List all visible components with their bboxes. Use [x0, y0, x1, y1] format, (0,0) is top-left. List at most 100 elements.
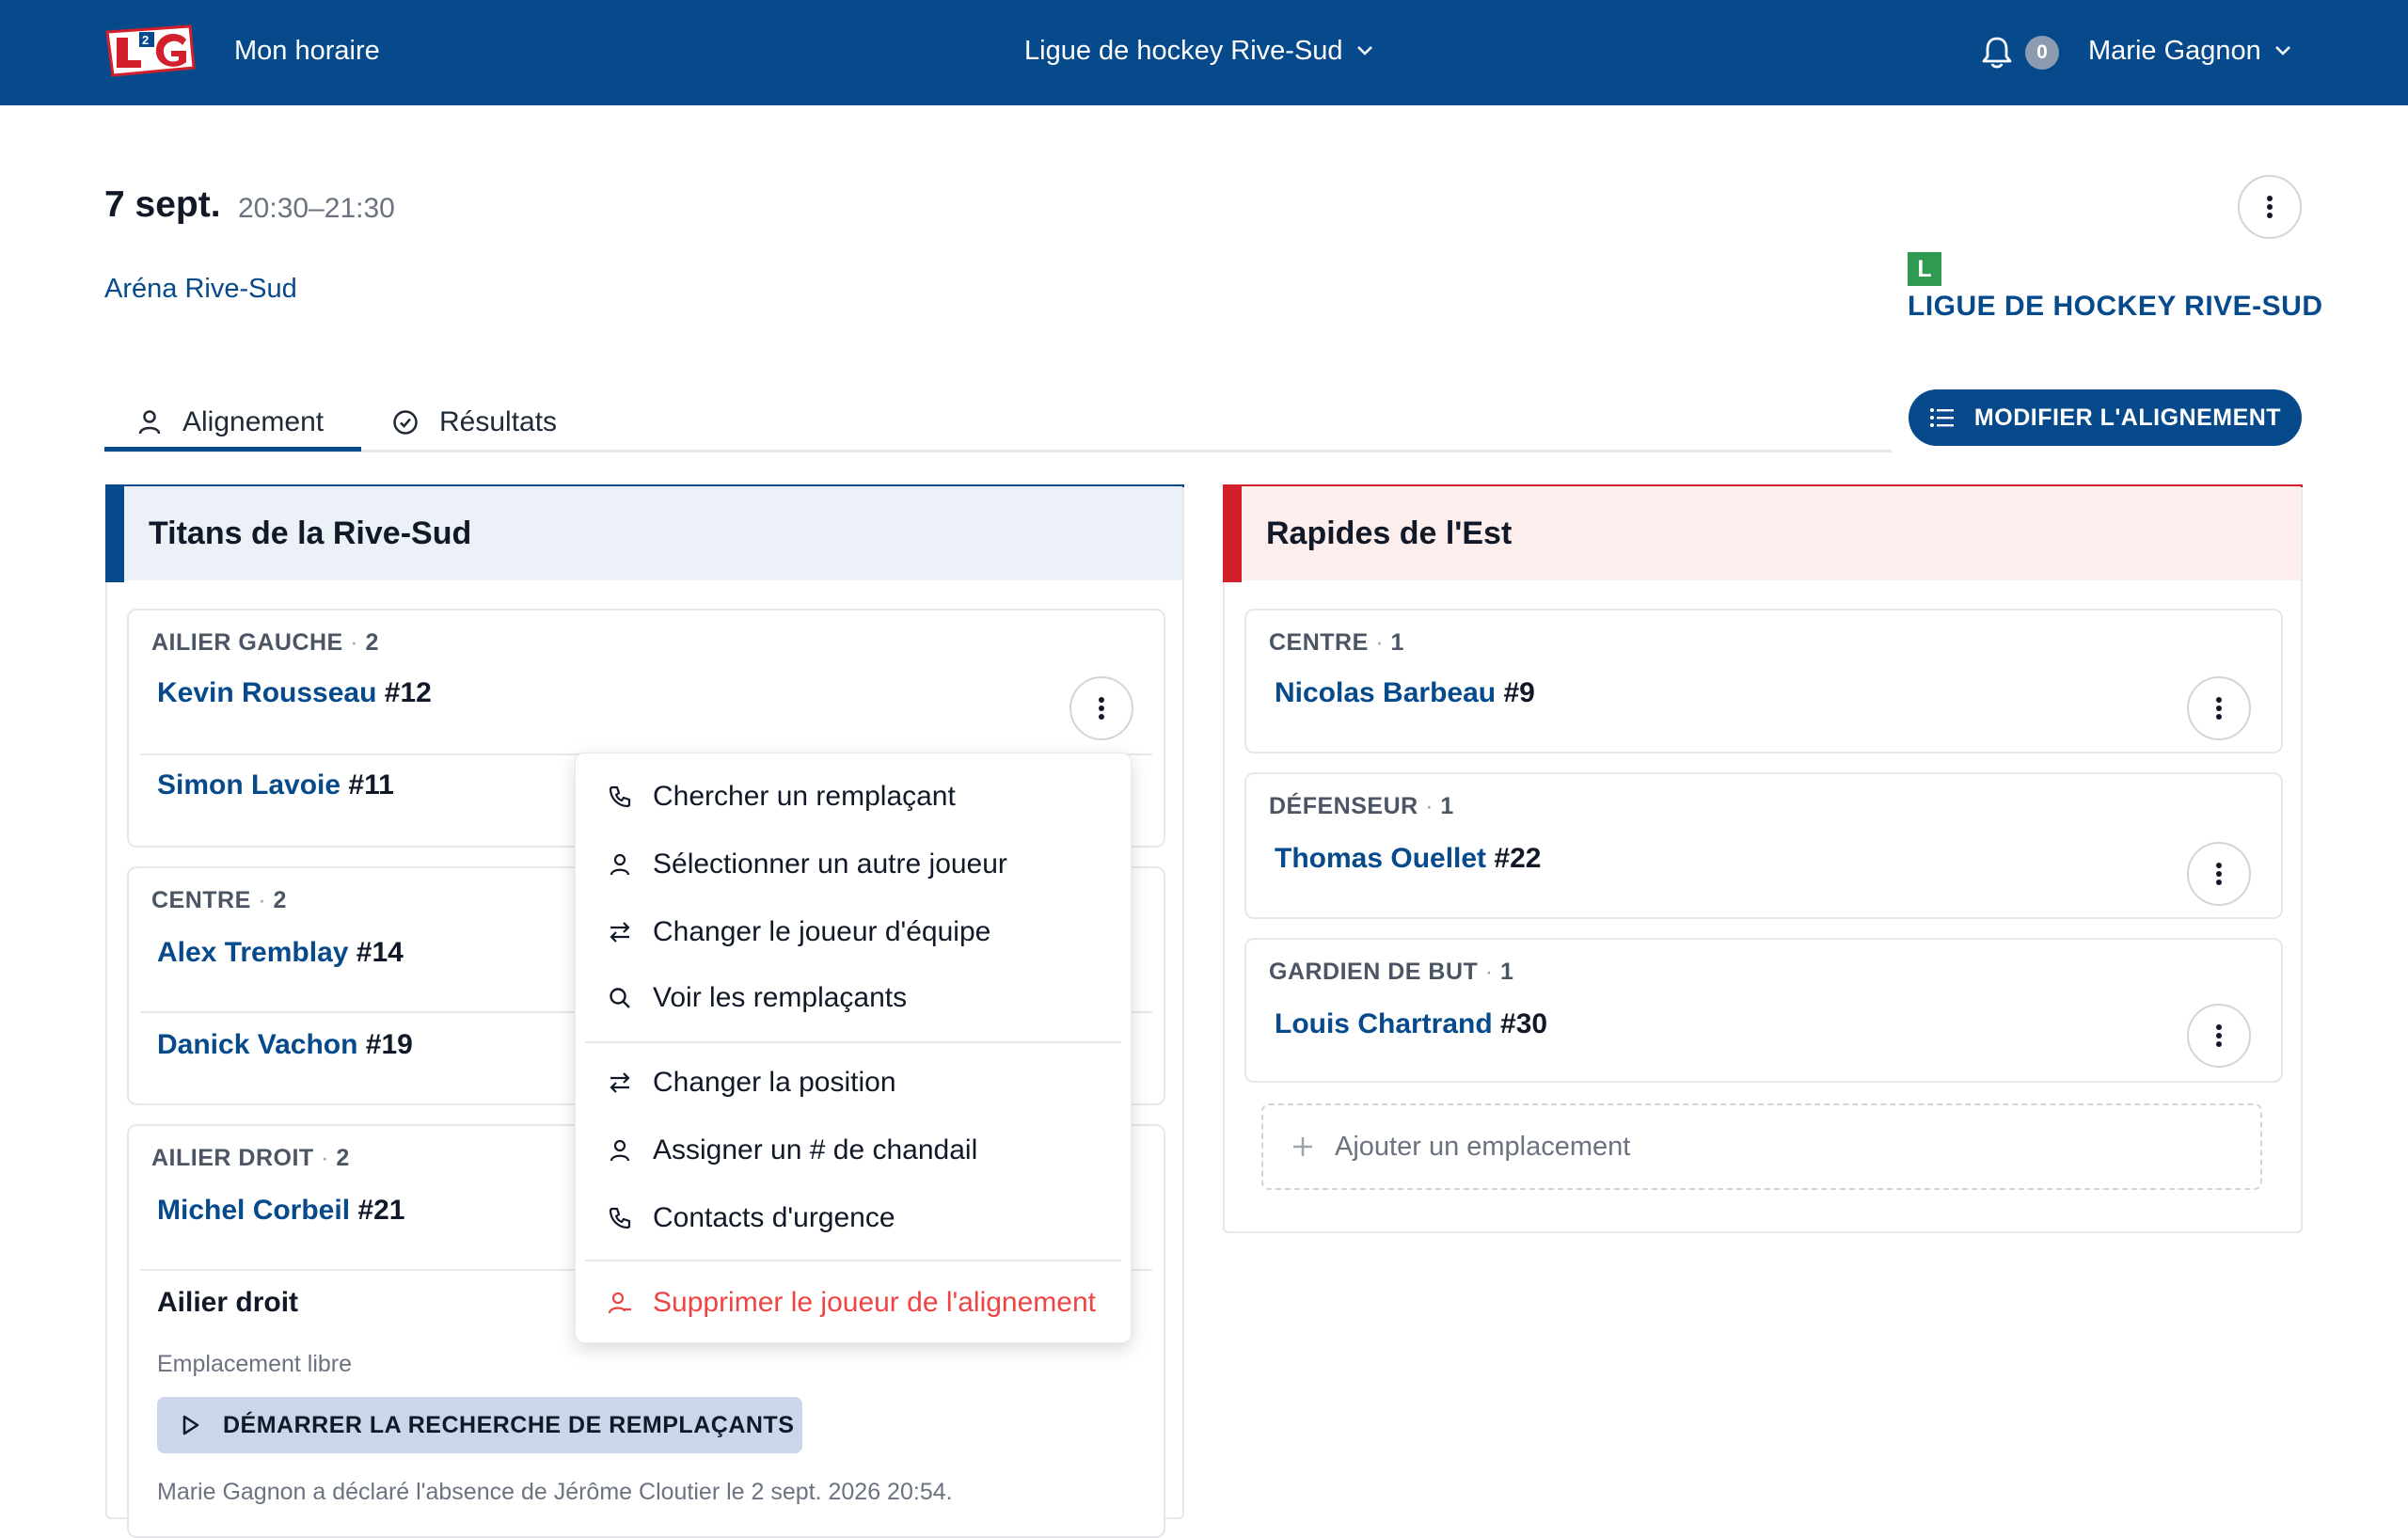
list-icon — [1929, 407, 1954, 428]
start-replacement-search-button[interactable]: DÉMARRER LA RECHERCHE DE REMPLAÇANTS — [157, 1397, 802, 1453]
player-number: #11 — [348, 769, 394, 801]
more-vertical-icon — [2216, 697, 2222, 720]
tab-label: Résultats — [439, 406, 558, 437]
league-name[interactable]: LIGUE DE HOCKEY RIVE-SUD — [1908, 288, 2323, 325]
player-number: #22 — [1494, 843, 1542, 874]
menu-item-find-replacement[interactable]: Chercher un remplaçant — [576, 769, 1131, 825]
person-remove-icon — [608, 1291, 632, 1315]
start-replacement-search-label: DÉMARRER LA RECHERCHE DE REMPLAÇANTS — [223, 1411, 795, 1438]
add-slot-button[interactable]: Ajouter un emplacement — [1261, 1103, 2262, 1190]
away-team-header: Rapides de l'Est — [1225, 486, 2301, 580]
league-selector-label: Ligue de hockey Rive-Sud — [1024, 36, 1343, 66]
player-more-options-button[interactable] — [2187, 1004, 2251, 1068]
more-vertical-icon — [1099, 697, 1104, 720]
player-number: #12 — [384, 677, 432, 708]
position-label: CENTRE · 2 — [151, 887, 287, 913]
menu-item-label: Chercher un remplaçant — [653, 781, 956, 812]
position-label: GARDIEN DE BUT · 1 — [1269, 959, 1514, 985]
menu-item-label: Sélectionner un autre joueur — [653, 848, 1007, 880]
active-tab-indicator — [104, 447, 361, 452]
player-name: Louis Chartrand — [1275, 1008, 1493, 1039]
home-team-name: Titans de la Rive-Sud — [149, 515, 472, 551]
player-name: Nicolas Barbeau — [1275, 677, 1497, 708]
player-row[interactable]: Danick Vachon #19 — [157, 1026, 413, 1064]
free-slot-subtitle: Emplacement libre — [157, 1351, 353, 1377]
chevron-down-icon — [1356, 45, 1373, 56]
absence-note: Marie Gagnon a déclaré l'absence de Jérô… — [157, 1479, 953, 1505]
player-row[interactable]: Nicolas Barbeau #9 — [1275, 674, 1535, 712]
menu-item-emergency-contacts[interactable]: Contacts d'urgence — [576, 1190, 1131, 1246]
player-more-options-button[interactable] — [2187, 842, 2251, 906]
modify-lineup-button[interactable]: MODIFIER L'ALIGNEMENT — [1909, 389, 2302, 446]
position-card-defenseur: DÉFENSEUR · 1 Thomas Ouellet #22 — [1244, 772, 2283, 919]
person-icon — [608, 1138, 632, 1163]
player-row[interactable]: Alex Tremblay #14 — [157, 934, 404, 972]
swap-icon — [608, 1070, 632, 1095]
person-icon — [608, 852, 632, 877]
tab-alignement[interactable]: Alignement — [137, 395, 324, 450]
more-vertical-icon — [2216, 863, 2222, 885]
chevron-down-icon — [2274, 45, 2291, 56]
phone-icon — [608, 785, 632, 809]
player-more-options-button[interactable] — [1069, 676, 1133, 740]
player-name: Michel Corbeil — [157, 1195, 351, 1226]
position-label: DÉFENSEUR · 1 — [1269, 793, 1454, 819]
menu-item-remove-player[interactable]: Supprimer le joueur de l'alignement — [576, 1275, 1131, 1331]
player-more-options-button[interactable] — [2187, 676, 2251, 740]
position-card-gardien-de-but: GARDIEN DE BUT · 1 Louis Chartrand #30 — [1244, 938, 2283, 1083]
user-name: Marie Gagnon — [2088, 36, 2261, 66]
position-label: AILIER GAUCHE · 2 — [151, 629, 379, 656]
player-name: Danick Vachon — [157, 1029, 358, 1060]
top-bar: 2 Mon horaire Ligue de hockey Rive-Sud 0… — [0, 0, 2408, 105]
add-slot-label: Ajouter un emplacement — [1335, 1131, 1631, 1162]
away-team-accent-stripe — [1223, 484, 1242, 582]
tab-resultats[interactable]: Résultats — [392, 395, 557, 450]
search-icon — [608, 986, 632, 1010]
menu-item-select-other-player[interactable]: Sélectionner un autre joueur — [576, 836, 1131, 893]
venue-link[interactable]: Aréna Rive-Sud — [104, 270, 297, 308]
app-title[interactable]: Mon horaire — [234, 32, 380, 70]
event-more-options-button[interactable] — [2238, 175, 2302, 239]
player-row[interactable]: Kevin Rousseau #12 — [157, 674, 432, 712]
menu-item-change-player-team[interactable]: Changer le joueur d'équipe — [576, 904, 1131, 960]
league-badge: L — [1908, 252, 1941, 286]
person-icon — [137, 409, 162, 436]
menu-item-label: Voir les remplaçants — [653, 982, 908, 1013]
player-row[interactable]: Louis Chartrand #30 — [1275, 1006, 1547, 1043]
player-name: Simon Lavoie — [157, 769, 341, 801]
event-time: 20:30–21:30 — [238, 193, 395, 224]
notifications-count-badge: 0 — [2025, 36, 2059, 70]
player-row[interactable]: Michel Corbeil #21 — [157, 1192, 404, 1229]
league-selector[interactable]: Ligue de hockey Rive-Sud — [1024, 32, 1373, 70]
plus-icon — [1291, 1135, 1314, 1158]
away-team-name: Rapides de l'Est — [1266, 515, 1513, 551]
check-circle-icon — [392, 409, 419, 436]
user-menu[interactable]: Marie Gagnon — [2088, 32, 2291, 70]
app-logo[interactable]: 2 — [103, 19, 198, 83]
position-label: CENTRE · 1 — [1269, 629, 1404, 656]
modify-lineup-label: MODIFIER L'ALIGNEMENT — [1973, 404, 2282, 431]
play-icon — [182, 1415, 200, 1435]
player-number: #30 — [1500, 1008, 1548, 1039]
more-vertical-icon — [2216, 1024, 2222, 1047]
menu-item-label: Supprimer le joueur de l'alignement — [653, 1287, 1096, 1318]
menu-item-label: Assigner un # de chandail — [653, 1134, 978, 1165]
player-number: #14 — [356, 937, 404, 968]
menu-item-change-position[interactable]: Changer la position — [576, 1054, 1131, 1111]
position-card-centre: CENTRE · 1 Nicolas Barbeau #9 — [1244, 609, 2283, 753]
home-team-accent-stripe — [105, 484, 124, 582]
event-date: 7 sept. — [104, 184, 221, 225]
notifications-bell-icon[interactable] — [1981, 36, 2013, 70]
tab-label: Alignement — [182, 406, 325, 437]
player-row[interactable]: Thomas Ouellet #22 — [1275, 840, 1541, 878]
menu-item-assign-jersey-number[interactable]: Assigner un # de chandail — [576, 1122, 1131, 1179]
menu-item-view-replacements[interactable]: Voir les remplaçants — [576, 970, 1131, 1026]
menu-divider — [585, 1041, 1121, 1043]
tabs-divider — [104, 450, 1892, 452]
menu-item-label: Changer la position — [653, 1067, 896, 1098]
more-vertical-icon — [2267, 196, 2273, 218]
player-name: Thomas Ouellet — [1275, 843, 1487, 874]
svg-text:2: 2 — [142, 33, 149, 47]
menu-divider — [585, 1260, 1121, 1261]
player-row[interactable]: Simon Lavoie #11 — [157, 767, 394, 804]
